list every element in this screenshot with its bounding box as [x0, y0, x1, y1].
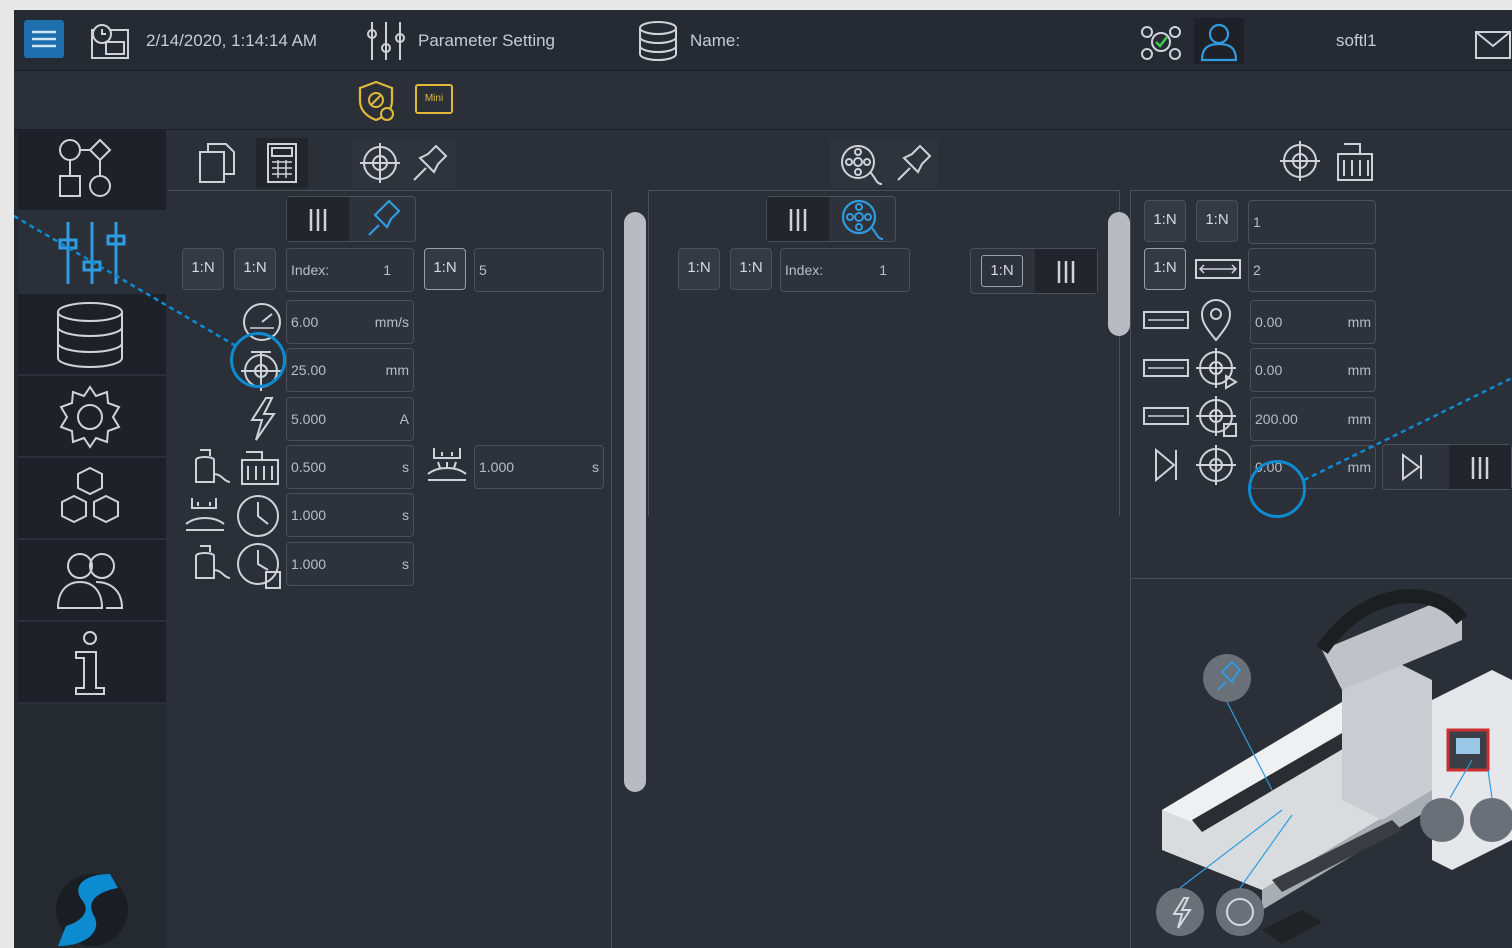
copy-icon[interactable]	[194, 140, 244, 186]
gear-icon	[59, 385, 121, 449]
weld-bead-icon	[427, 448, 467, 481]
list-view-option[interactable]	[767, 197, 829, 241]
nav-users[interactable]	[18, 540, 166, 622]
speed-field[interactable]: 6.00 mm/s	[286, 300, 414, 344]
gas-pre-time-field[interactable]: 0.500 s	[286, 445, 414, 489]
calendar-clock-icon	[91, 24, 129, 59]
right-row2-field[interactable]: 2	[1248, 248, 1376, 292]
crosshair-icon[interactable]	[1276, 136, 1324, 186]
pin-icon[interactable]	[357, 197, 413, 241]
user-button[interactable]	[1194, 18, 1244, 64]
gas-pre-flow-icon	[195, 449, 279, 485]
skip-target-icon	[1155, 445, 1236, 485]
count-field[interactable]: 5	[474, 248, 604, 292]
top-bar: 2/14/2020, 1:14:14 AM Parameter Setting …	[14, 10, 1512, 71]
calculator-icon	[267, 143, 297, 183]
middle-view-toggle[interactable]	[766, 196, 896, 242]
user-icon	[1200, 23, 1238, 62]
hamburger-icon	[32, 30, 56, 48]
decrement-button[interactable]: 1:N	[1144, 200, 1186, 242]
calculator-button[interactable]	[256, 138, 308, 188]
middle-tab-group	[830, 138, 938, 188]
datetime-text: 2/14/2020, 1:14:14 AM	[146, 31, 318, 50]
right-panel: 1:N 1:N 1 1:N 2 0.00 mm 0.00 mm 200.00 m…	[1130, 130, 1512, 948]
scrollbar-middle[interactable]	[1108, 212, 1130, 336]
scrollbar-left[interactable]	[624, 212, 646, 792]
gas-post-time-field[interactable]: 1.000 s	[286, 542, 414, 586]
index-field[interactable]: Index: 1	[286, 248, 414, 292]
increment-button[interactable]: 1:N	[1196, 200, 1238, 242]
database-icon	[639, 21, 677, 61]
nav-info[interactable]	[18, 622, 166, 704]
wire-spool-icon[interactable]	[836, 140, 886, 186]
callout-line-left	[14, 214, 237, 348]
gas-post-flow-icon	[195, 543, 281, 589]
callout-circle-left	[230, 332, 286, 388]
list-view-option[interactable]	[1035, 249, 1097, 293]
cubes-icon	[61, 466, 119, 524]
decrement-index-button[interactable]: 1:N	[678, 248, 720, 290]
pin-icon[interactable]	[406, 142, 450, 186]
offset-target-start-icon	[1143, 348, 1238, 390]
weld-time-field[interactable]: 1.000 s	[286, 493, 414, 537]
left-tab-group	[352, 138, 456, 188]
message-icon[interactable]	[1472, 20, 1512, 64]
count-button[interactable]: 1:N	[424, 248, 466, 290]
mode-title: Parameter Setting	[418, 31, 556, 50]
middle-count-toggle[interactable]: 1:N	[970, 248, 1098, 294]
list-view-option[interactable]	[287, 197, 349, 241]
nav-settings[interactable]	[18, 376, 166, 458]
distance-field[interactable]: 25.00 mm	[286, 348, 414, 392]
network-status-icon[interactable]	[1138, 20, 1184, 64]
weld-time-2-field[interactable]: 1.000 s	[474, 445, 604, 489]
bars-icon	[1057, 261, 1075, 283]
current-field[interactable]: 5.000 A	[286, 397, 414, 441]
width-arrows-icon	[1195, 259, 1241, 279]
status-row: Mini	[14, 71, 1512, 130]
index-field[interactable]: Index: 1	[780, 248, 910, 292]
nav-process-flow[interactable]	[18, 130, 166, 212]
offset-location-icon	[1143, 299, 1232, 342]
pin-icon[interactable]	[890, 142, 934, 186]
increment-index-button[interactable]: 1:N	[730, 248, 772, 290]
menu-button[interactable]	[24, 20, 64, 58]
middle-panel: 1:N 1:N Index: 1 1:N	[648, 130, 1120, 948]
flowchart-icon	[59, 138, 112, 197]
wire-spool-icon[interactable]	[833, 197, 893, 241]
mini-badge[interactable]: Mini	[415, 84, 453, 114]
info-icon	[75, 631, 105, 695]
right-offset-1-field[interactable]: 0.00 mm	[1250, 300, 1376, 344]
left-view-toggle[interactable]	[286, 196, 416, 242]
welding-machine-icon[interactable]	[1330, 136, 1378, 186]
lightning-icon	[250, 397, 276, 441]
shield-warning-icon[interactable]	[354, 79, 398, 123]
users-icon	[56, 553, 124, 609]
count-button[interactable]: 1:N	[1144, 248, 1186, 290]
weld-clock-icon	[185, 495, 279, 537]
nav-modules[interactable]	[18, 458, 166, 540]
brand-logo	[56, 874, 128, 946]
name-label: Name:	[690, 31, 741, 50]
machine-illustration	[1156, 589, 1512, 944]
count-option[interactable]: 1:N	[981, 255, 1023, 287]
sliders-icon	[367, 22, 405, 60]
app-window: 2/14/2020, 1:14:14 AM Parameter Setting …	[14, 10, 1512, 948]
right-row1-field[interactable]: 1	[1248, 200, 1376, 244]
offset-target-end-icon	[1143, 396, 1237, 437]
bars-icon	[789, 209, 807, 231]
bars-icon	[309, 209, 327, 231]
callout-line-right	[1303, 376, 1512, 482]
crosshair-icon[interactable]	[358, 140, 402, 186]
username: softl1	[1336, 31, 1377, 50]
